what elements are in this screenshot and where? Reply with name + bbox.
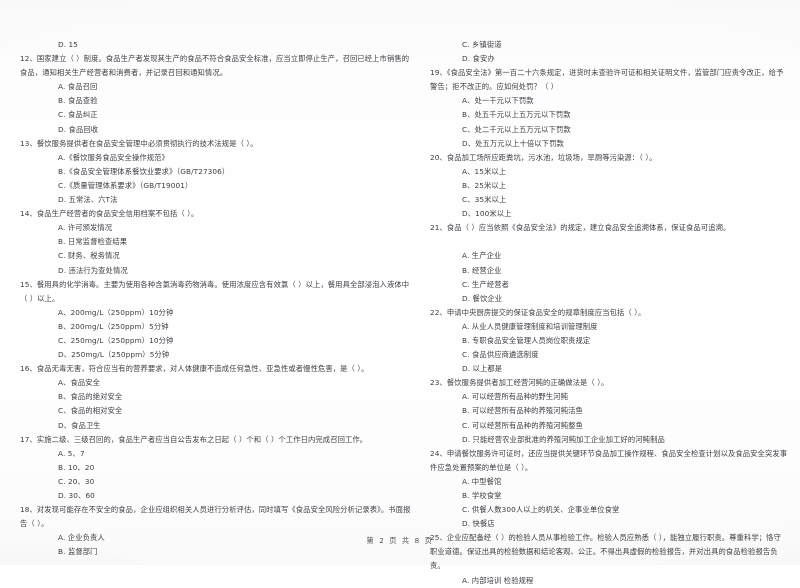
- question-block: 22、申请中央厨房提交的保证食品安全的规章制度应当包括（ ）。 A. 从业人员健…: [430, 306, 788, 376]
- question-block: 17、实施二级、三级召回的，食品生产者应当自公告发布之日起（ ）个和（ ）个工作…: [20, 433, 412, 503]
- option-item: B. 专职食品安全管理人员岗位职责规定: [462, 335, 591, 345]
- option-item: B. 食品查验: [58, 96, 98, 106]
- option-item: C、35米以上: [462, 195, 507, 205]
- option-item: A. 食品召回: [58, 82, 98, 92]
- question-stem: 13、餐饮服务提供者在食品安全管理中必须贯彻执行的技术法规是（ ）。: [20, 138, 258, 148]
- option-item: B. 学校食堂: [462, 491, 502, 500]
- option-item: C. 食品纠正: [58, 110, 98, 120]
- question-block: 14、食品生产经营者的食品安全信用档案不包括（ ）。 A. 许可颁发情况 B. …: [20, 207, 412, 277]
- question-stem: 23、餐饮服务提供者加工经营河鲀的正确做法是（ ）。: [430, 378, 609, 388]
- option-item: A.《餐饮服务食品安全操作规范》: [58, 152, 169, 162]
- question-block: 19、《食品安全法》第一百二十六条规定，进货时未查验许可证和相关证明文件，监管部…: [430, 66, 788, 151]
- question-stem: 20、食品加工场所应距粪坑，污水池，垃圾场，旱厕等污染源：（ ）。: [430, 152, 657, 162]
- option-item: A、食品安全: [58, 378, 101, 388]
- page-footer: 第 2 页 共 8 页: [366, 536, 434, 545]
- question-block: 15、餐用具的化学消毒。主要为使用各种含氯消毒药物消毒。使用浓度应含有效氯（ ）…: [20, 278, 412, 363]
- question-stem: 12、国家建立（ ）制度。食品生产者发现其生产的食品不符合食品安全标准，应当立即…: [20, 54, 410, 78]
- option-item: D. 五常法、六T法: [58, 195, 118, 205]
- option-item: D. 30、60: [58, 491, 95, 500]
- option-item: D、250mg/L（250ppm）5分钟: [58, 350, 170, 360]
- option-item: A. 从业人员健康管理制度和培训管理制度: [462, 321, 598, 331]
- question-stem: 14、食品生产经营者的食品安全信用档案不包括（ ）。: [20, 209, 199, 219]
- option-item: C. 可以经营所有品种的养殖河鲀整鱼: [462, 420, 583, 430]
- option-item: A、200mg/L（250ppm）10分钟: [58, 307, 174, 317]
- scanned-page: D. 15 12、国家建立（ ）制度。食品生产者发现其生产的食品不符合食品安全标…: [0, 0, 800, 585]
- option-item: C.《质量管理体系要求》（GB/T19001）: [58, 180, 193, 190]
- option-item: C. 20、30: [58, 476, 95, 486]
- option-item: C、处二千元以上五万元以下罚款: [462, 124, 571, 134]
- question-block: 23、餐饮服务提供者加工经营河鲀的正确做法是（ ）。 A. 可以经营所有品种的野…: [430, 376, 788, 446]
- option-item: B、处五千元以上五万元以下罚款: [462, 110, 571, 120]
- right-column: C. 乡镇街道 D. 食安办 19、《食品安全法》第一百二十六条规定，进货时未查…: [430, 38, 788, 588]
- option-item: C、250mg/L（250ppm）10分钟: [58, 335, 174, 345]
- question-block: 21、食品（ ）应当依照《食品安全法》的规定，建立食品安全追溯体系，保证食品可追…: [430, 221, 788, 306]
- option-item: B. 日常监督检查结果: [58, 237, 128, 247]
- option-item: D. 快餐店: [462, 519, 495, 529]
- question-block: 18、对发现可能存在不安全的食品，企业应组织相关人员进行分析评估，同时填写《食品…: [20, 503, 412, 559]
- question-stem: 22、申请中央厨房提交的保证食品安全的规章制度应当包括（ ）。: [430, 307, 646, 317]
- option-item: A、处一千元以下罚款: [462, 96, 534, 106]
- option-item: B. 10、20: [58, 462, 95, 472]
- left-column: D. 15 12、国家建立（ ）制度。食品生产者发现其生产的食品不符合食品安全标…: [20, 38, 412, 559]
- orphan-option: D. 食安办: [462, 54, 495, 64]
- option-item: D. 以上都是: [462, 364, 503, 374]
- option-item: B.《食品安全管理体系餐饮业要求》（GB/T27306）: [58, 166, 230, 176]
- question-stem: 24、申请餐饮服务许可证时，还应当提供关键环节食品加工操作规程、食品安全检查计划…: [430, 448, 788, 472]
- option-item: D. 餐饮企业: [462, 293, 503, 303]
- question-block: 13、餐饮服务提供者在食品安全管理中必须贯彻执行的技术法规是（ ）。 A.《餐饮…: [20, 137, 412, 207]
- option-item: C. 食品供应商遴选制度: [462, 350, 539, 360]
- question-block: 12、国家建立（ ）制度。食品生产者发现其生产的食品不符合食品安全标准，应当立即…: [20, 52, 412, 137]
- option-item: D. 违法行为查处情况: [58, 265, 128, 275]
- option-item: B. 可以经营所有品种的养殖河鲀活鱼: [462, 406, 583, 416]
- option-item: D. 食品回收: [58, 124, 99, 134]
- option-item: A. 生产企业: [462, 251, 502, 261]
- option-item: C. 供餐人数300人以上的机关、企事业单位食堂: [462, 505, 620, 515]
- option-item: C. 生产经营者: [462, 279, 510, 289]
- question-stem: 21、食品（ ）应当依照《食品安全法》的规定，建立食品安全追溯体系，保证食品可追…: [430, 223, 731, 233]
- orphan-option: C. 乡镇街道: [462, 40, 502, 49]
- option-item: C、食品的相对安全: [58, 406, 123, 416]
- option-item: A. 内部培训 检验规程: [462, 575, 534, 585]
- option-item: B、食品的绝对安全: [58, 392, 123, 402]
- question-block: 20、食品加工场所应距粪坑，污水池，垃圾场，旱厕等污染源：（ ）。 A、15米以…: [430, 151, 788, 221]
- option-item: A、15米以上: [462, 166, 507, 176]
- two-column-layout: D. 15 12、国家建立（ ）制度。食品生产者发现其生产的食品不符合食品安全标…: [0, 0, 800, 585]
- option-item: A. 中型餐馆: [462, 476, 502, 486]
- question-block: 16、食品无毒无害，符合应当有的营养要求，对人体健康不造成任何急性、亚急性或者慢…: [20, 362, 412, 432]
- option-item: D、100米以上: [462, 209, 512, 219]
- question-stem: 19、《食品安全法》第一百二十六条规定，进货时未查验许可证和相关证明文件，监管部…: [430, 68, 784, 92]
- question-stem: 18、对发现可能存在不安全的食品，企业应组织相关人员进行分析评估，同时填写《食品…: [20, 505, 411, 529]
- question-stem: 17、实施二级、三级召回的，食品生产者应当自公告发布之日起（ ）个和（ ）个工作…: [20, 434, 368, 444]
- option-item: A. 可以经营所有品种的野生河鲀: [462, 392, 568, 402]
- option-item: D、处五万元以上十倍以下罚款: [462, 138, 564, 148]
- option-item: D、食品卫生: [58, 420, 101, 430]
- option-item: B. 监督部门: [58, 547, 98, 557]
- option-item: B、200mg/L（250ppm）5分钟: [58, 321, 169, 331]
- option-item: B、25米以上: [462, 180, 507, 190]
- question-block: 24、申请餐饮服务许可证时，还应当提供关键环节食品加工操作规程、食品安全检查计划…: [430, 447, 788, 532]
- question-stem: 15、餐用具的化学消毒。主要为使用各种含氯消毒药物消毒。使用浓度应含有效氯（ ）…: [20, 279, 410, 303]
- question-stem: 16、食品无毒无害，符合应当有的营养要求，对人体健康不造成任何急性、亚急性或者慢…: [20, 364, 369, 374]
- option-item: A. 许可颁发情况: [58, 223, 113, 233]
- option-item: A. 5、7: [58, 448, 85, 458]
- orphan-option: D. 15: [58, 40, 79, 49]
- option-item: B. 经营企业: [462, 265, 502, 275]
- option-item: D. 只能经营农业部批准的养殖河鲀加工企业加工好的河鲀制品: [462, 434, 665, 444]
- option-item: C. 财务、税务情况: [58, 251, 120, 261]
